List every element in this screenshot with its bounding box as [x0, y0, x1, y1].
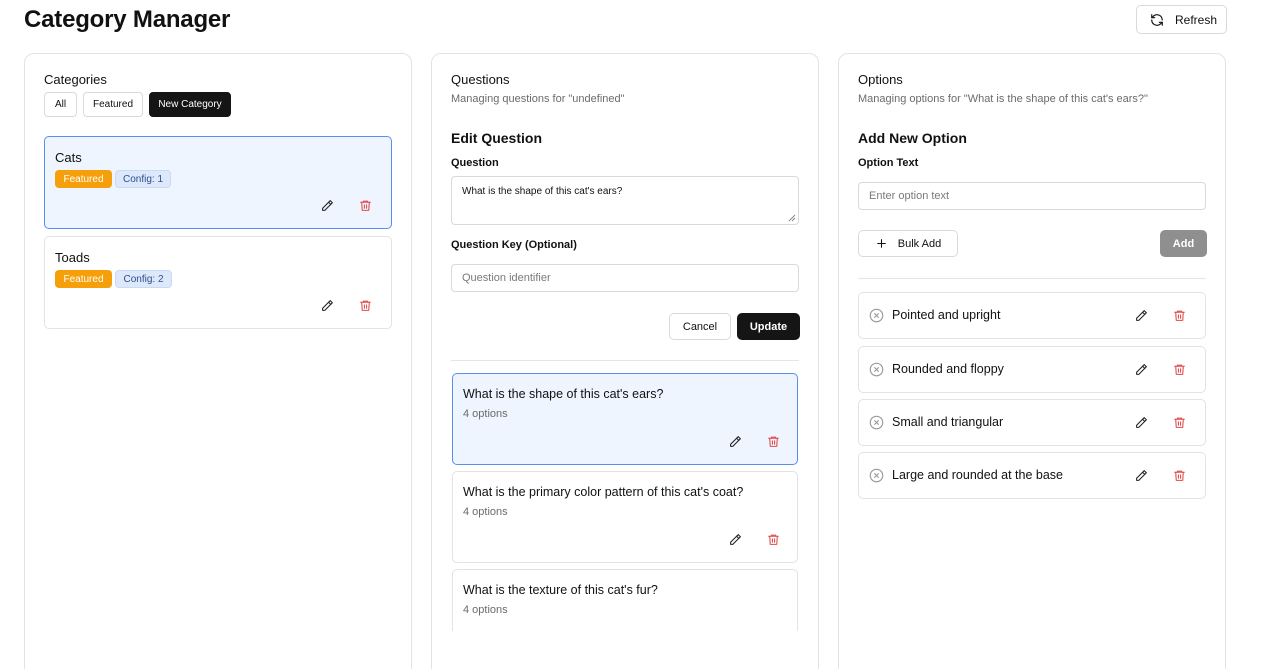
delete-category-button[interactable] — [357, 197, 373, 213]
question-key-input[interactable] — [451, 264, 799, 292]
question-text: What is the primary color pattern of thi… — [463, 485, 744, 499]
trash-icon — [767, 436, 779, 447]
edit-option-button[interactable] — [1133, 361, 1149, 377]
pencil-icon — [1135, 309, 1147, 321]
question-card[interactable]: What is the shape of this cat's ears? 4 … — [452, 373, 798, 465]
trash-icon — [1173, 470, 1185, 481]
questions-title: Questions — [451, 72, 510, 87]
refresh-label: Refresh — [1175, 12, 1218, 27]
add-option-title: Add New Option — [858, 130, 967, 146]
question-card[interactable]: What is the texture of this cat's fur? 4… — [452, 569, 798, 631]
refresh-button[interactable]: Refresh — [1136, 5, 1227, 34]
category-card-toads[interactable]: Toads Featured Config: 2 — [44, 236, 392, 329]
edit-option-button[interactable] — [1133, 307, 1149, 323]
circle-x-icon[interactable] — [869, 308, 884, 323]
trash-icon — [359, 300, 371, 311]
question-key-label: Question Key (Optional) — [451, 239, 577, 251]
featured-badge: Featured — [55, 170, 112, 188]
question-card[interactable]: What is the primary color pattern of thi… — [452, 471, 798, 563]
option-text: Small and triangular — [892, 415, 1004, 429]
pencil-icon — [1135, 469, 1147, 481]
featured-badge: Featured — [55, 270, 112, 288]
bulk-add-label: Bulk Add — [897, 237, 942, 250]
question-option-count: 4 options — [463, 506, 508, 518]
config-badge: Config: 2 — [115, 270, 172, 288]
question-text-value: What is the shape of this cat's ears? — [462, 186, 623, 197]
question-list[interactable]: What is the shape of this cat's ears? 4 … — [451, 373, 801, 631]
delete-option-button[interactable] — [1171, 414, 1187, 430]
question-text: What is the texture of this cat's fur? — [463, 583, 658, 597]
options-title: Options — [858, 72, 903, 87]
filter-featured-button[interactable]: Featured — [83, 92, 143, 117]
pencil-icon — [321, 299, 333, 311]
resize-grip-icon[interactable] — [788, 214, 796, 222]
circle-x-icon[interactable] — [869, 362, 884, 377]
edit-question-button[interactable] — [727, 531, 743, 547]
question-label: Question — [451, 157, 499, 169]
new-category-button[interactable]: New Category — [149, 92, 231, 117]
questions-divider — [451, 360, 799, 361]
option-row[interactable]: Pointed and upright — [858, 292, 1206, 339]
question-option-count: 4 options — [463, 604, 508, 616]
question-text: What is the shape of this cat's ears? — [463, 387, 664, 401]
option-text: Large and rounded at the base — [892, 468, 1063, 482]
questions-panel: Questions Managing questions for "undefi… — [431, 53, 819, 669]
bulk-add-button[interactable]: Bulk Add — [858, 230, 958, 257]
plus-icon — [876, 239, 886, 248]
option-text-input[interactable] — [858, 182, 1206, 210]
pencil-icon — [1135, 363, 1147, 375]
questions-subtitle: Managing questions for "undefined" — [451, 93, 625, 105]
edit-question-title: Edit Question — [451, 130, 542, 146]
category-card-cats[interactable]: Cats Featured Config: 1 — [44, 136, 392, 229]
pencil-icon — [729, 435, 741, 447]
edit-option-button[interactable] — [1133, 467, 1149, 483]
pencil-icon — [321, 199, 333, 211]
page-title: Category Manager — [24, 6, 231, 33]
trash-icon — [359, 200, 371, 211]
trash-icon — [1173, 364, 1185, 375]
circle-x-icon[interactable] — [869, 415, 884, 430]
delete-category-button[interactable] — [357, 297, 373, 313]
delete-question-button[interactable] — [765, 433, 781, 449]
cancel-button[interactable]: Cancel — [669, 313, 731, 340]
trash-icon — [767, 534, 779, 545]
pencil-icon — [1135, 416, 1147, 428]
add-option-button[interactable]: Add — [1160, 230, 1207, 257]
category-name: Toads — [55, 250, 90, 265]
categories-title: Categories — [44, 72, 107, 87]
circle-x-icon[interactable] — [869, 468, 884, 483]
question-option-count: 4 options — [463, 408, 508, 420]
trash-icon — [1173, 417, 1185, 428]
update-button[interactable]: Update — [737, 313, 800, 340]
categories-panel: Categories All Featured New Category Cat… — [24, 53, 412, 669]
delete-option-button[interactable] — [1171, 361, 1187, 377]
options-panel: Options Managing options for "What is th… — [838, 53, 1226, 669]
option-text: Rounded and floppy — [892, 362, 1004, 376]
delete-option-button[interactable] — [1171, 467, 1187, 483]
question-textarea[interactable]: What is the shape of this cat's ears? — [451, 176, 799, 225]
config-badge: Config: 1 — [115, 170, 171, 188]
edit-category-button[interactable] — [319, 297, 335, 313]
filter-all-button[interactable]: All — [44, 92, 77, 117]
edit-question-button[interactable] — [727, 433, 743, 449]
options-divider — [858, 278, 1206, 279]
edit-category-button[interactable] — [319, 197, 335, 213]
delete-question-button[interactable] — [765, 531, 781, 547]
option-row[interactable]: Small and triangular — [858, 399, 1206, 446]
options-subtitle: Managing options for "What is the shape … — [858, 93, 1148, 105]
option-text-label: Option Text — [858, 157, 919, 169]
delete-option-button[interactable] — [1171, 307, 1187, 323]
option-row[interactable]: Rounded and floppy — [858, 346, 1206, 393]
option-row[interactable]: Large and rounded at the base — [858, 452, 1206, 499]
edit-option-button[interactable] — [1133, 414, 1149, 430]
refresh-icon — [1151, 13, 1163, 26]
category-name: Cats — [55, 150, 82, 165]
option-text: Pointed and upright — [892, 308, 1001, 322]
trash-icon — [1173, 310, 1185, 321]
pencil-icon — [729, 533, 741, 545]
